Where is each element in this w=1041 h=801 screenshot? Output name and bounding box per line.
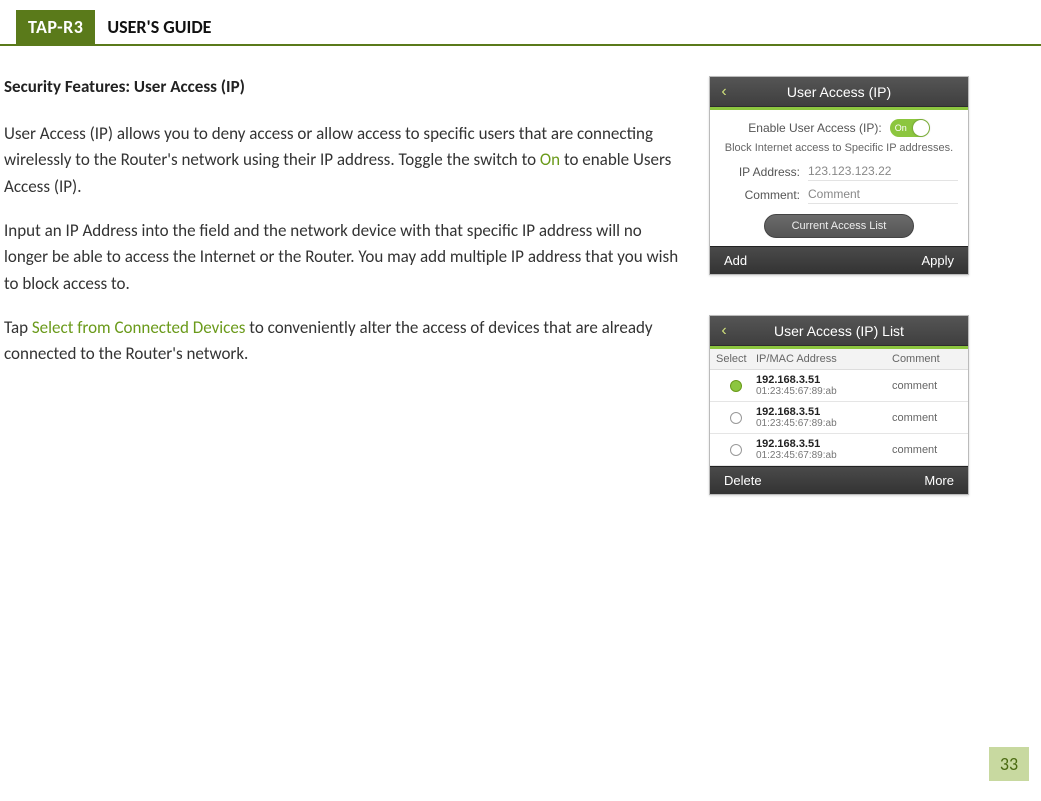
comment-label: Comment: — [720, 188, 800, 202]
more-button[interactable]: More — [924, 473, 954, 488]
select-radio[interactable] — [730, 380, 742, 392]
list-header: Select IP/MAC Address Comment — [710, 349, 968, 370]
page-number: 33 — [989, 747, 1029, 781]
ip-value: 192.168.3.51 — [756, 406, 892, 418]
screenshot-user-access-ip: ‹ User Access (IP) Enable User Access (I… — [709, 76, 969, 275]
screen-title: User Access (IP) List — [710, 323, 968, 339]
comment-value: comment — [892, 444, 962, 456]
col-comment: Comment — [892, 353, 962, 365]
comment-field[interactable]: Comment — [808, 185, 958, 204]
list-item[interactable]: 192.168.3.51 01:23:45:67:89:ab comment — [710, 402, 968, 434]
col-address: IP/MAC Address — [756, 353, 892, 365]
paragraph-2: Input an IP Address into the field and t… — [4, 218, 689, 297]
paragraph-3a: Tap — [4, 317, 32, 338]
list-item[interactable]: 192.168.3.51 01:23:45:67:89:ab comment — [710, 434, 968, 466]
enable-label: Enable User Access (IP): — [748, 121, 881, 135]
titlebar: ‹ User Access (IP) — [710, 77, 968, 107]
select-radio[interactable] — [730, 444, 742, 456]
on-keyword: On — [540, 149, 560, 170]
ip-value: 192.168.3.51 — [756, 438, 892, 450]
delete-button[interactable]: Delete — [724, 473, 762, 488]
add-button[interactable]: Add — [724, 253, 747, 268]
mac-value: 01:23:45:67:89:ab — [756, 418, 892, 429]
enable-toggle[interactable]: On — [890, 119, 930, 137]
list-item[interactable]: 192.168.3.51 01:23:45:67:89:ab comment — [710, 370, 968, 402]
ip-address-field[interactable]: 123.123.123.22 — [808, 162, 958, 181]
apply-button[interactable]: Apply — [921, 253, 954, 268]
select-radio[interactable] — [730, 412, 742, 424]
titlebar: ‹ User Access (IP) List — [710, 316, 968, 346]
paragraph-1: User Access (IP) allows you to deny acce… — [4, 121, 689, 200]
page-header: TAP-R3 USER'S GUIDE — [0, 10, 1041, 46]
product-tag: TAP-R3 — [16, 10, 95, 44]
panel-description: Block Internet access to Specific IP add… — [720, 140, 958, 160]
ip-value: 192.168.3.51 — [756, 374, 892, 386]
mac-value: 01:23:45:67:89:ab — [756, 450, 892, 461]
section-title: Security Features: User Access (IP) — [4, 76, 689, 97]
guide-title: USER'S GUIDE — [95, 10, 223, 44]
screen-title: User Access (IP) — [710, 84, 968, 100]
ip-address-label: IP Address: — [720, 165, 800, 179]
comment-value: comment — [892, 380, 962, 392]
col-select: Select — [716, 353, 756, 365]
mac-value: 01:23:45:67:89:ab — [756, 386, 892, 397]
select-devices-link: Select from Connected Devices — [32, 317, 246, 338]
screenshot-user-access-ip-list: ‹ User Access (IP) List Select IP/MAC Ad… — [709, 315, 969, 495]
current-access-list-button[interactable]: Current Access List — [764, 214, 914, 238]
comment-value: comment — [892, 412, 962, 424]
paragraph-3: Tap Select from Connected Devices to con… — [4, 315, 689, 368]
